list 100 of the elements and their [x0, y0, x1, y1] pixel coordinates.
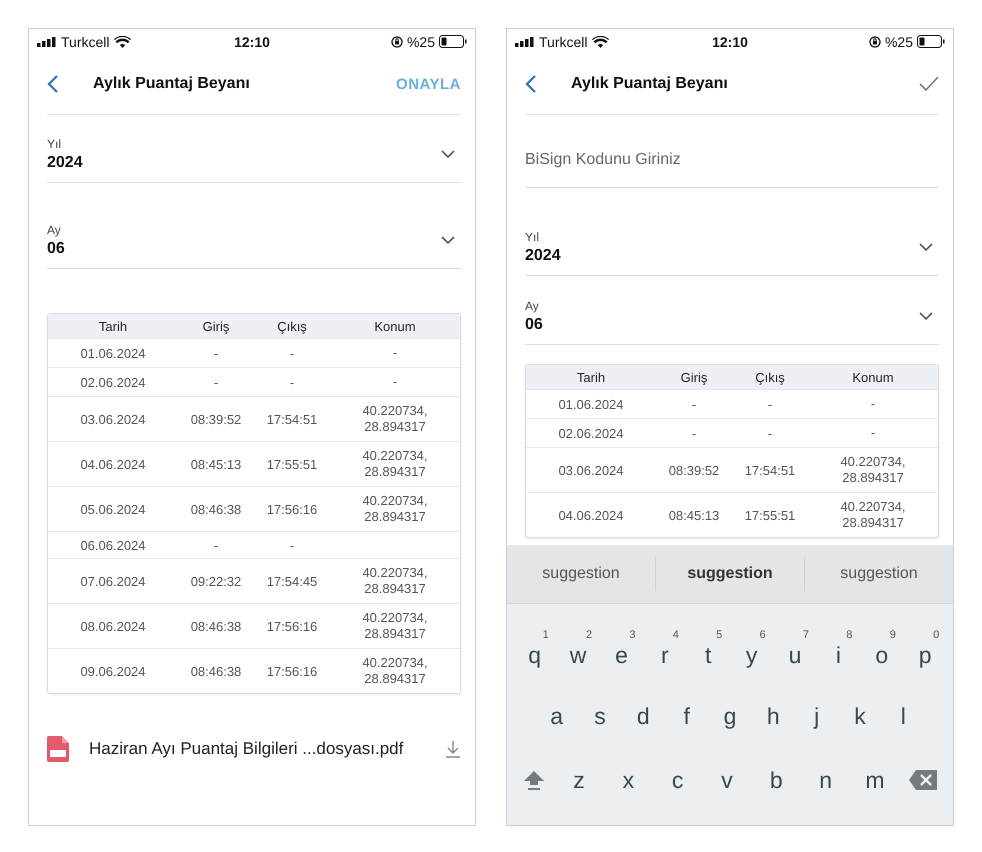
column-header: Giriş [202, 318, 230, 334]
key[interactable]: 0 p [909, 629, 942, 669]
code-input-field[interactable]: BiSign Kodunu Giriniz [525, 151, 939, 188]
screen-title: Aylık Puantaj Beyanı [571, 75, 729, 93]
key[interactable]: l [887, 702, 920, 730]
check-icon[interactable] [919, 76, 939, 92]
key[interactable]: d [627, 702, 660, 730]
key[interactable]: x [612, 766, 644, 794]
key[interactable]: 4 r [648, 629, 681, 669]
table-cell: 06.06.2024 [80, 538, 146, 552]
table-cell: - [768, 396, 772, 412]
column-header: Çıkış [277, 318, 307, 334]
table-cell: 01.06.2024 [558, 396, 624, 412]
signal-icon [515, 36, 535, 46]
dropdown-field[interactable]: Yıl 2024 [525, 230, 939, 276]
back-icon[interactable] [525, 75, 537, 93]
wifi-icon [592, 36, 608, 48]
table-cell: - [290, 374, 294, 390]
key[interactable]: k [844, 702, 876, 730]
column-header: Konum [374, 318, 416, 334]
table-cell: 08.06.2024 [80, 618, 146, 634]
status-time: 12:10 [712, 34, 748, 50]
table-cell: 04.06.2024 [80, 456, 146, 472]
chevron-down-icon [919, 243, 933, 252]
column-header: Giriş [680, 370, 708, 384]
key[interactable]: f [670, 702, 703, 730]
key[interactable]: 8 i [822, 629, 854, 669]
table-cell: 03.06.2024 [558, 462, 624, 478]
wifi-icon [114, 36, 130, 48]
table-cell: 05.06.2024 [80, 502, 146, 516]
key[interactable]: h [757, 702, 790, 730]
status-time: 12:10 [234, 34, 270, 50]
battery-icon [917, 35, 945, 48]
table-cell: 04.06.2024 [558, 508, 624, 522]
key[interactable]: m [858, 766, 891, 794]
table-cell-text: 40.220734, 28.894317 [361, 609, 429, 643]
table-cell: - [290, 346, 294, 360]
table-cell-text: 40.220734, 28.894317 [361, 654, 429, 688]
suggestion[interactable]: suggestion [507, 565, 655, 583]
chevron-down-icon [919, 312, 933, 321]
key[interactable]: b [760, 766, 792, 794]
table-cell: 17:54:51 [744, 462, 796, 478]
table-cell: 01.06.2024 [80, 346, 146, 360]
table-cell: 03.06.2024 [80, 412, 146, 426]
table-cell: - [214, 374, 218, 390]
key[interactable]: 5 t [692, 629, 724, 669]
field-value: 06 [47, 240, 66, 258]
column-header: Tarih [98, 318, 128, 334]
key[interactable]: j [800, 702, 833, 730]
attachment-name[interactable]: Haziran Ayı Puantaj Bilgileri ...dosyası.pdf [89, 739, 445, 759]
table-cell: 09:22:32 [190, 574, 242, 588]
field-value: 06 [525, 316, 544, 334]
field-label: Yıl [525, 230, 540, 244]
battery-percent: %25 [884, 34, 913, 50]
key[interactable]: z [562, 766, 595, 794]
key[interactable]: g [714, 702, 746, 730]
table-cell: 17:56:16 [266, 664, 318, 678]
table-cell-text: 40.220734, 28.894317 [839, 498, 907, 532]
key[interactable]: a [540, 702, 573, 730]
key[interactable]: v [710, 766, 743, 794]
back-icon[interactable] [47, 75, 59, 93]
dropdown-field[interactable]: Ay 06 [47, 223, 461, 269]
table-cell: - [768, 426, 772, 440]
table-cell-text: 40.220734, 28.894317 [361, 447, 429, 481]
table-cell-text: 40.220734, 28.894317 [839, 453, 907, 487]
table-cell: 07.06.2024 [80, 574, 146, 588]
table-cell: 17:56:16 [266, 502, 318, 516]
shift-icon[interactable] [522, 769, 546, 791]
key[interactable]: 1 q [518, 629, 551, 669]
table-cell-text: - [870, 395, 876, 413]
field-label: Yıl [47, 137, 62, 151]
rotation-lock-icon [868, 36, 881, 48]
key[interactable]: 3 e [605, 629, 638, 669]
table-cell: 08:46:38 [190, 502, 242, 516]
key[interactable]: 6 y [736, 629, 768, 669]
key[interactable]: 9 o [866, 629, 898, 669]
table-cell: 17:55:51 [266, 456, 318, 472]
download-icon[interactable] [445, 740, 461, 758]
key[interactable]: 2 w [562, 629, 594, 669]
chevron-down-icon [441, 236, 455, 245]
column-header: Çıkış [755, 370, 785, 384]
table-cell: 17:54:51 [266, 412, 318, 426]
key[interactable]: c [662, 766, 694, 794]
table-cell: 02.06.2024 [558, 426, 624, 440]
suggestion[interactable]: suggestion [805, 565, 953, 583]
suggestion[interactable]: suggestion [656, 565, 804, 583]
table-cell: 02.06.2024 [80, 374, 146, 390]
table-cell-text: 40.220734, 28.894317 [361, 402, 429, 436]
table-cell: - [214, 346, 218, 360]
table-cell: 09.06.2024 [80, 664, 146, 678]
table-cell: 17:56:16 [266, 618, 318, 634]
table-cell: 08:45:13 [668, 508, 720, 522]
column-header: Tarih [576, 370, 606, 384]
backspace-icon[interactable] [908, 769, 938, 791]
key[interactable]: 7 u [779, 629, 812, 669]
dropdown-field[interactable]: Yıl 2024 [47, 137, 461, 183]
table-cell: 08:46:38 [190, 664, 242, 678]
dropdown-field[interactable]: Ay 06 [525, 299, 939, 345]
key[interactable]: s [584, 702, 616, 730]
key[interactable]: n [810, 766, 842, 794]
